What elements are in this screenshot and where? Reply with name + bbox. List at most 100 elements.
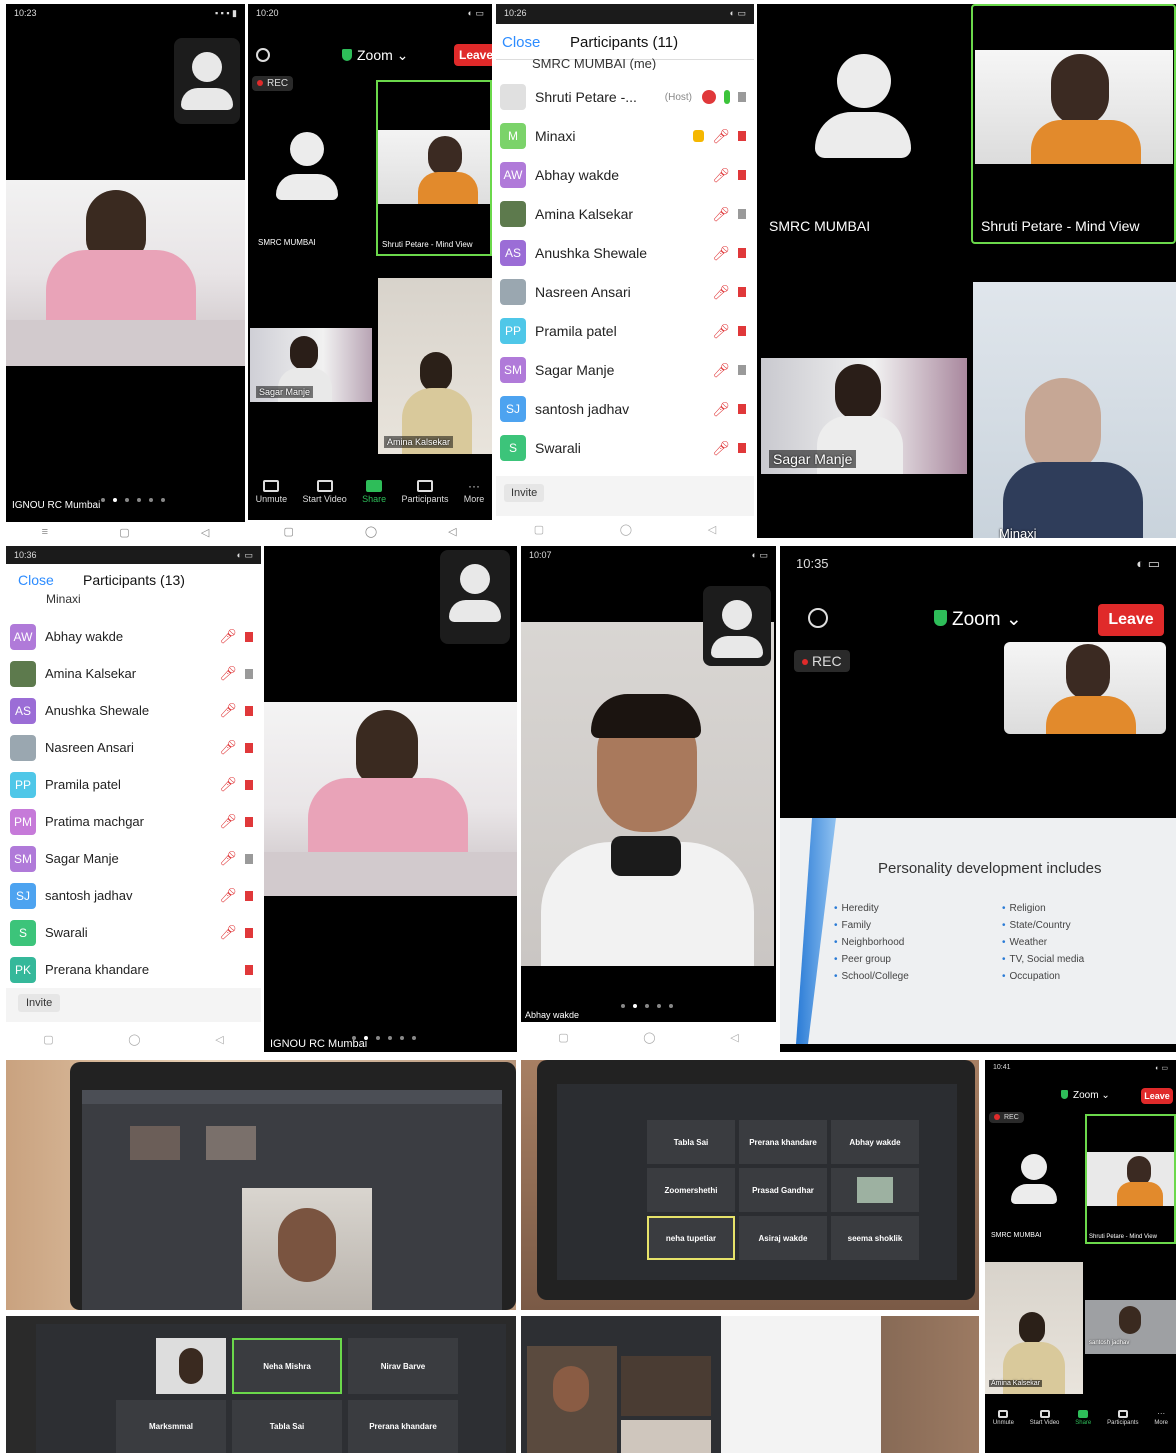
share-button[interactable]: Share: [362, 480, 386, 504]
participant-avatar: [500, 84, 526, 110]
zoom-title[interactable]: Zoom ⌄: [342, 47, 408, 64]
participant-avatar: AS: [500, 240, 526, 266]
participant-label: Amina Kalsekar: [384, 436, 454, 448]
participants-button[interactable]: Participants: [1107, 1410, 1138, 1426]
status-time: 10:26: [504, 8, 527, 18]
laptop-screen: [521, 1316, 881, 1453]
participant-row[interactable]: Amina Kalsekar 🎤︎: [6, 655, 261, 692]
participant-row[interactable]: PP Pramila patel 🎤︎: [496, 312, 754, 350]
participant-row-partial[interactable]: SMRC MUMBAI (me): [496, 56, 754, 70]
participant-row[interactable]: AW Abhay wakde 🎤︎: [6, 618, 261, 655]
participant-row[interactable]: M Minaxi 🎤︎: [496, 117, 754, 155]
unmute-button[interactable]: Unmute: [256, 480, 287, 504]
video-feed-sagar: Sagar Manje: [250, 328, 372, 402]
screenshot-phone-1: 10:23 ▪ ▪ ▪ ▮ IGNOU RC Mumbai ≡ ▢ ◁: [6, 4, 245, 542]
status-bar: 10:26 ◐ ▭: [496, 4, 754, 24]
video-tile: Asiraj wakde: [739, 1216, 827, 1260]
android-nav-bar[interactable]: ▢ ◯ ◁: [6, 1026, 261, 1052]
video-off-icon: [738, 443, 746, 453]
video-feed-sagar: Sagar Manje: [761, 358, 967, 474]
status-bar: 10:36 ◐ ▭: [6, 546, 261, 566]
slide-title: Personality development includes: [878, 860, 1102, 877]
close-button[interactable]: Close: [502, 34, 540, 51]
close-button[interactable]: Close: [18, 572, 54, 588]
audio-headset-icon[interactable]: [256, 48, 270, 62]
video-on-icon: [245, 853, 253, 864]
audio-headset-icon[interactable]: [808, 608, 828, 628]
participant-row[interactable]: SJ santosh jadhav 🎤︎: [6, 877, 261, 914]
invite-button[interactable]: Invite: [18, 994, 61, 1012]
participant-row[interactable]: PK Prerana khandare: [6, 951, 261, 988]
laptop-frame: Tabla Sai Prerana khandare Abhay wakde Z…: [537, 1060, 975, 1300]
video-feed-shruti: [1087, 1152, 1174, 1206]
video-feed-santosh: santosh jadhav: [1085, 1300, 1176, 1354]
video-off-icon: [245, 742, 253, 753]
video-tile: Tabla Sai: [232, 1400, 342, 1453]
video-feed-shruti: [1004, 642, 1166, 734]
video-tile: [156, 1338, 226, 1394]
leave-button[interactable]: Leave: [454, 44, 492, 66]
android-nav-bar[interactable]: ▢ ◯ ◁: [496, 516, 754, 542]
participant-row[interactable]: AW Abhay wakde 🎤︎: [496, 156, 754, 194]
participant-label: Shruti Petare - Mind View: [1089, 1234, 1157, 1240]
shared-slide: Personality development includes Heredit…: [780, 818, 1176, 1044]
zoom-title[interactable]: Zoom ⌄: [934, 608, 1022, 631]
status-time: 10:20: [256, 8, 279, 18]
participant-row-partial[interactable]: Minaxi: [6, 592, 261, 606]
participants-button[interactable]: Participants: [401, 480, 448, 504]
participant-row[interactable]: SJ santosh jadhav 🎤︎: [496, 390, 754, 428]
mic-muted-icon: [998, 1410, 1009, 1418]
screenshot-phone-2: 10:20 ◐ ▭ Zoom ⌄ Leave REC SMRC MUMBAI Sh…: [248, 4, 492, 542]
start-video-button[interactable]: Start Video: [302, 480, 347, 504]
more-button[interactable]: ··· More: [1154, 1409, 1168, 1427]
shield-icon: [342, 49, 352, 61]
participant-row[interactable]: Amina Kalsekar 🎤︎: [496, 195, 754, 233]
participant-row[interactable]: Nasreen Ansari 🎤︎: [496, 273, 754, 311]
video-off-icon: [738, 404, 746, 414]
photo-laptop-2: Tabla Sai Prerana khandare Abhay wakde Z…: [521, 1060, 979, 1310]
participant-row[interactable]: AS Anushka Shewale 🎤︎: [496, 234, 754, 272]
participant-row[interactable]: Shruti Petare -... (Host): [496, 78, 754, 116]
more-icon: ···: [1157, 1409, 1166, 1418]
participant-row[interactable]: S Swarali 🎤︎: [6, 914, 261, 951]
android-nav-bar[interactable]: ▢ ◯ ◁: [521, 1022, 776, 1052]
leave-button[interactable]: Leave: [1098, 604, 1164, 636]
participant-list: Shruti Petare -... (Host) M Minaxi 🎤︎ AW Abh…: [496, 78, 754, 478]
slide-list-right: ReligionState/CountryWeatherTV, Social m…: [1002, 900, 1085, 985]
participant-avatar: AW: [500, 162, 526, 188]
mic-muted-icon: 🎤︎: [219, 813, 237, 829]
mic-muted-icon: [263, 480, 280, 492]
zoom-title[interactable]: Zoom ⌄: [1061, 1090, 1110, 1101]
android-nav-bar[interactable]: ≡ ▢ ◁: [6, 522, 245, 542]
unmute-button[interactable]: Unmute: [993, 1410, 1014, 1426]
active-speaker-frame: Shruti Petare - Mind View: [376, 80, 492, 256]
participant-avatar: AW: [10, 623, 36, 650]
participant-row[interactable]: S Swarali 🎤︎: [496, 429, 754, 467]
participant-label: Shruti Petare - Mind View: [382, 240, 473, 249]
invite-button[interactable]: Invite: [504, 484, 545, 502]
participant-row[interactable]: SM Sagar Manje 🎤︎: [496, 351, 754, 389]
more-icon: ···: [468, 479, 481, 493]
participant-row[interactable]: AS Anushka Shewale 🎤︎: [6, 692, 261, 729]
laptop-frame: [70, 1062, 516, 1310]
start-video-button[interactable]: Start Video: [1030, 1410, 1059, 1426]
more-button[interactable]: ··· More: [464, 480, 485, 504]
share-button[interactable]: Share: [1075, 1410, 1091, 1426]
screenshot-phone-3: IGNOU RC Mumbai: [264, 546, 517, 1052]
participant-label: Shruti Petare - Mind View: [981, 218, 1140, 234]
participants-title: Participants (13): [83, 572, 185, 588]
android-nav-bar[interactable]: ▢ ◯ ◁: [248, 520, 492, 542]
video-feed-amina: Amina Kalsekar: [985, 1262, 1083, 1394]
status-time: 10:41: [993, 1064, 1011, 1071]
participant-row[interactable]: SM Sagar Manje 🎤︎: [6, 840, 261, 877]
participant-avatar: PP: [500, 318, 526, 344]
leave-button[interactable]: Leave: [1141, 1088, 1173, 1104]
mic-muted-icon: 🎤︎: [712, 322, 730, 339]
participant-row[interactable]: PP Pramila patel 🎤︎: [6, 766, 261, 803]
participant-row[interactable]: Nasreen Ansari 🎤︎: [6, 729, 261, 766]
participant-row[interactable]: PM Pratima machgar 🎤︎: [6, 803, 261, 840]
participant-avatar: SJ: [500, 396, 526, 422]
status-bar: 10:35 ◐ ▭: [796, 556, 1160, 571]
participant-label: santosh jadhav: [1089, 1340, 1130, 1346]
screenshot-tablet-grid: SMRC MUMBAI Shruti Petare - Mind View Sa…: [757, 4, 1176, 538]
